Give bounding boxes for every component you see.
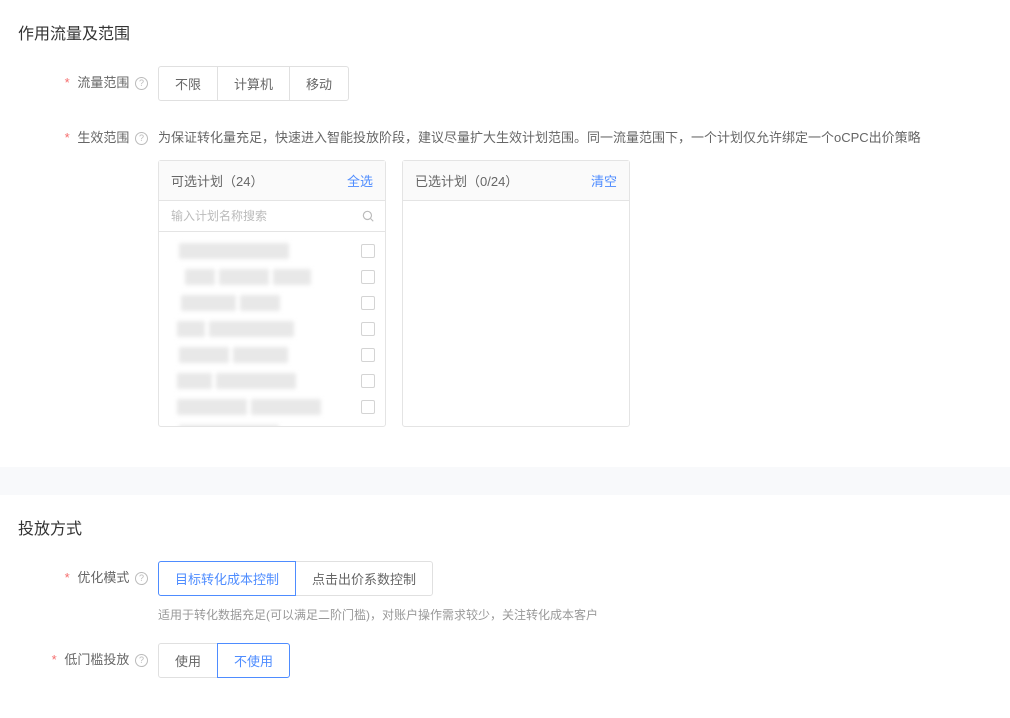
help-icon[interactable]: ? [135, 132, 148, 145]
plan-name-blurred [219, 269, 269, 285]
traffic-option-mobile[interactable]: 移动 [289, 66, 349, 101]
plan-name-blurred [177, 373, 212, 389]
selected-panel-header: 已选计划（0/24） 清空 [403, 161, 629, 201]
effective-scope-row: * 生效范围 ? 为保证转化量充足，快速进入智能投放阶段，建议尽量扩大生效计划范… [18, 121, 992, 427]
plan-name-blurred [177, 321, 205, 337]
list-item[interactable] [169, 316, 381, 342]
plan-name-blurred [179, 425, 279, 426]
plan-checkbox[interactable] [361, 244, 375, 258]
plan-name-blurred [233, 347, 288, 363]
plan-name-blurred [273, 269, 311, 285]
optimization-hint: 适用于转化数据充足(可以满足二阶门槛)，对账户操作需求较少，关注转化成本客户 [158, 606, 992, 623]
available-plans-panel: 可选计划（24） 全选 [158, 160, 386, 427]
list-item[interactable] [169, 368, 381, 394]
traffic-option-unlimited[interactable]: 不限 [158, 66, 218, 101]
low-threshold-radio-group: 使用 不使用 [158, 643, 992, 678]
low-threshold-row: * 低门槛投放 ? 使用 不使用 [18, 643, 992, 678]
optimization-option-click-coefficient[interactable]: 点击出价系数控制 [295, 561, 433, 596]
selected-header-text: 已选计划（0/24） [415, 171, 518, 190]
plan-name-blurred [185, 269, 215, 285]
clear-all-button[interactable]: 清空 [591, 171, 617, 190]
help-icon[interactable]: ? [135, 654, 148, 667]
list-item[interactable] [169, 238, 381, 264]
low-threshold-content: 使用 不使用 [158, 643, 992, 678]
plan-name-blurred [240, 295, 280, 311]
dual-panel: 可选计划（24） 全选 [158, 160, 992, 427]
plan-checkbox[interactable] [361, 374, 375, 388]
optimization-mode-row: * 优化模式 ? 目标转化成本控制 点击出价系数控制 适用于转化数据充足(可以满… [18, 561, 992, 623]
optimization-mode-label: * 优化模式 ? [18, 561, 158, 586]
section-title-traffic: 作用流量及范围 [18, 20, 992, 44]
low-threshold-option-not-use[interactable]: 不使用 [217, 643, 290, 678]
list-item[interactable] [169, 264, 381, 290]
plan-name-blurred [251, 399, 321, 415]
low-threshold-label: * 低门槛投放 ? [18, 643, 158, 668]
plan-name-blurred [209, 321, 294, 337]
selected-plan-list [403, 201, 629, 426]
plan-name-blurred [177, 399, 247, 415]
available-plan-list[interactable] [159, 232, 385, 426]
required-asterisk: * [65, 130, 70, 145]
section-title-delivery: 投放方式 [18, 515, 992, 539]
plan-checkbox[interactable] [361, 348, 375, 362]
selected-plans-panel: 已选计划（0/24） 清空 [402, 160, 630, 427]
plan-checkbox[interactable] [361, 322, 375, 336]
effective-scope-label: * 生效范围 ? [18, 121, 158, 146]
list-item[interactable] [169, 394, 381, 420]
traffic-scope-content: 不限 计算机 移动 [158, 66, 992, 101]
list-item[interactable] [169, 342, 381, 368]
traffic-scope-radio-group: 不限 计算机 移动 [158, 66, 992, 101]
list-item[interactable] [169, 420, 381, 426]
required-asterisk: * [65, 75, 70, 90]
list-item[interactable] [169, 290, 381, 316]
plan-name-blurred [181, 295, 236, 311]
select-all-button[interactable]: 全选 [347, 171, 373, 190]
delivery-method-section: 投放方式 * 优化模式 ? 目标转化成本控制 点击出价系数控制 适用于转化数据充… [0, 495, 1010, 718]
optimization-option-target-cost[interactable]: 目标转化成本控制 [158, 561, 296, 596]
plan-checkbox[interactable] [361, 270, 375, 284]
optimization-mode-content: 目标转化成本控制 点击出价系数控制 适用于转化数据充足(可以满足二阶门槛)，对账… [158, 561, 992, 623]
section-divider [0, 467, 1010, 495]
available-header-text: 可选计划（24） [171, 171, 263, 190]
plan-name-blurred [216, 373, 296, 389]
traffic-scope-section: 作用流量及范围 * 流量范围 ? 不限 计算机 移动 * 生效范围 ? 为保证转… [0, 0, 1010, 467]
traffic-option-computer[interactable]: 计算机 [217, 66, 290, 101]
available-panel-header: 可选计划（24） 全选 [159, 161, 385, 201]
plan-name-blurred [179, 243, 289, 259]
traffic-scope-label: * 流量范围 ? [18, 66, 158, 91]
effective-scope-hint: 为保证转化量充足，快速进入智能投放阶段，建议尽量扩大生效计划范围。同一流量范围下… [158, 121, 992, 146]
plan-checkbox[interactable] [361, 400, 375, 414]
effective-scope-content: 为保证转化量充足，快速进入智能投放阶段，建议尽量扩大生效计划范围。同一流量范围下… [158, 121, 992, 427]
search-icon [361, 209, 375, 223]
optimization-radio-group: 目标转化成本控制 点击出价系数控制 [158, 561, 992, 596]
plan-checkbox[interactable] [361, 296, 375, 310]
search-input[interactable] [159, 201, 385, 231]
search-box [159, 201, 385, 232]
help-icon[interactable]: ? [135, 572, 148, 585]
plan-name-blurred [179, 347, 229, 363]
help-icon[interactable]: ? [135, 77, 148, 90]
traffic-scope-row: * 流量范围 ? 不限 计算机 移动 [18, 66, 992, 101]
required-asterisk: * [65, 570, 70, 585]
low-threshold-option-use[interactable]: 使用 [158, 643, 218, 678]
